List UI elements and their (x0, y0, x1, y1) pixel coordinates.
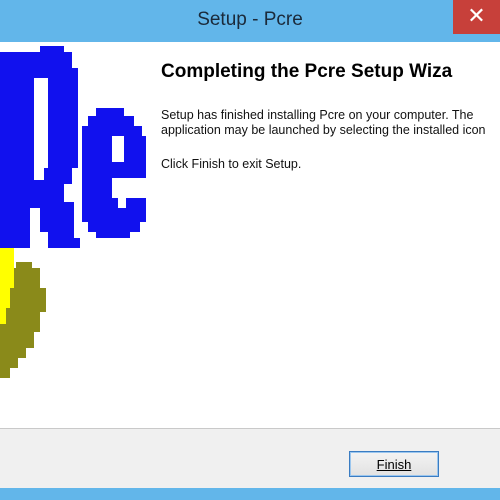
finish-button[interactable]: Finish (349, 451, 439, 477)
close-icon: ✕ (467, 4, 486, 29)
completion-message: Setup has finished installing Pcre on yo… (161, 108, 500, 138)
wizard-heading: Completing the Pcre Setup Wiza (161, 61, 453, 82)
title-bar[interactable]: Setup - Pcre ✕ (0, 0, 500, 42)
wizard-content: Completing the Pcre Setup Wiza Setup has… (0, 42, 500, 428)
message-line: Setup has finished installing Pcre on yo… (161, 108, 474, 122)
letter-e (82, 108, 146, 238)
setup-window: Setup - Pcre ✕ Completing the Pcre Setup… (0, 0, 500, 500)
button-bar: Finish (0, 429, 500, 488)
wizard-banner-image (0, 42, 150, 428)
finish-instruction: Click Finish to exit Setup. (161, 157, 302, 171)
message-line: application may be launched by selecting… (161, 123, 486, 137)
close-button[interactable]: ✕ (453, 0, 500, 34)
pcre-logo (0, 46, 146, 378)
letter-r (0, 46, 80, 248)
finish-button-label: Finish (376, 456, 412, 472)
window-title: Setup - Pcre (197, 9, 303, 30)
window-bottom-border (0, 488, 500, 500)
